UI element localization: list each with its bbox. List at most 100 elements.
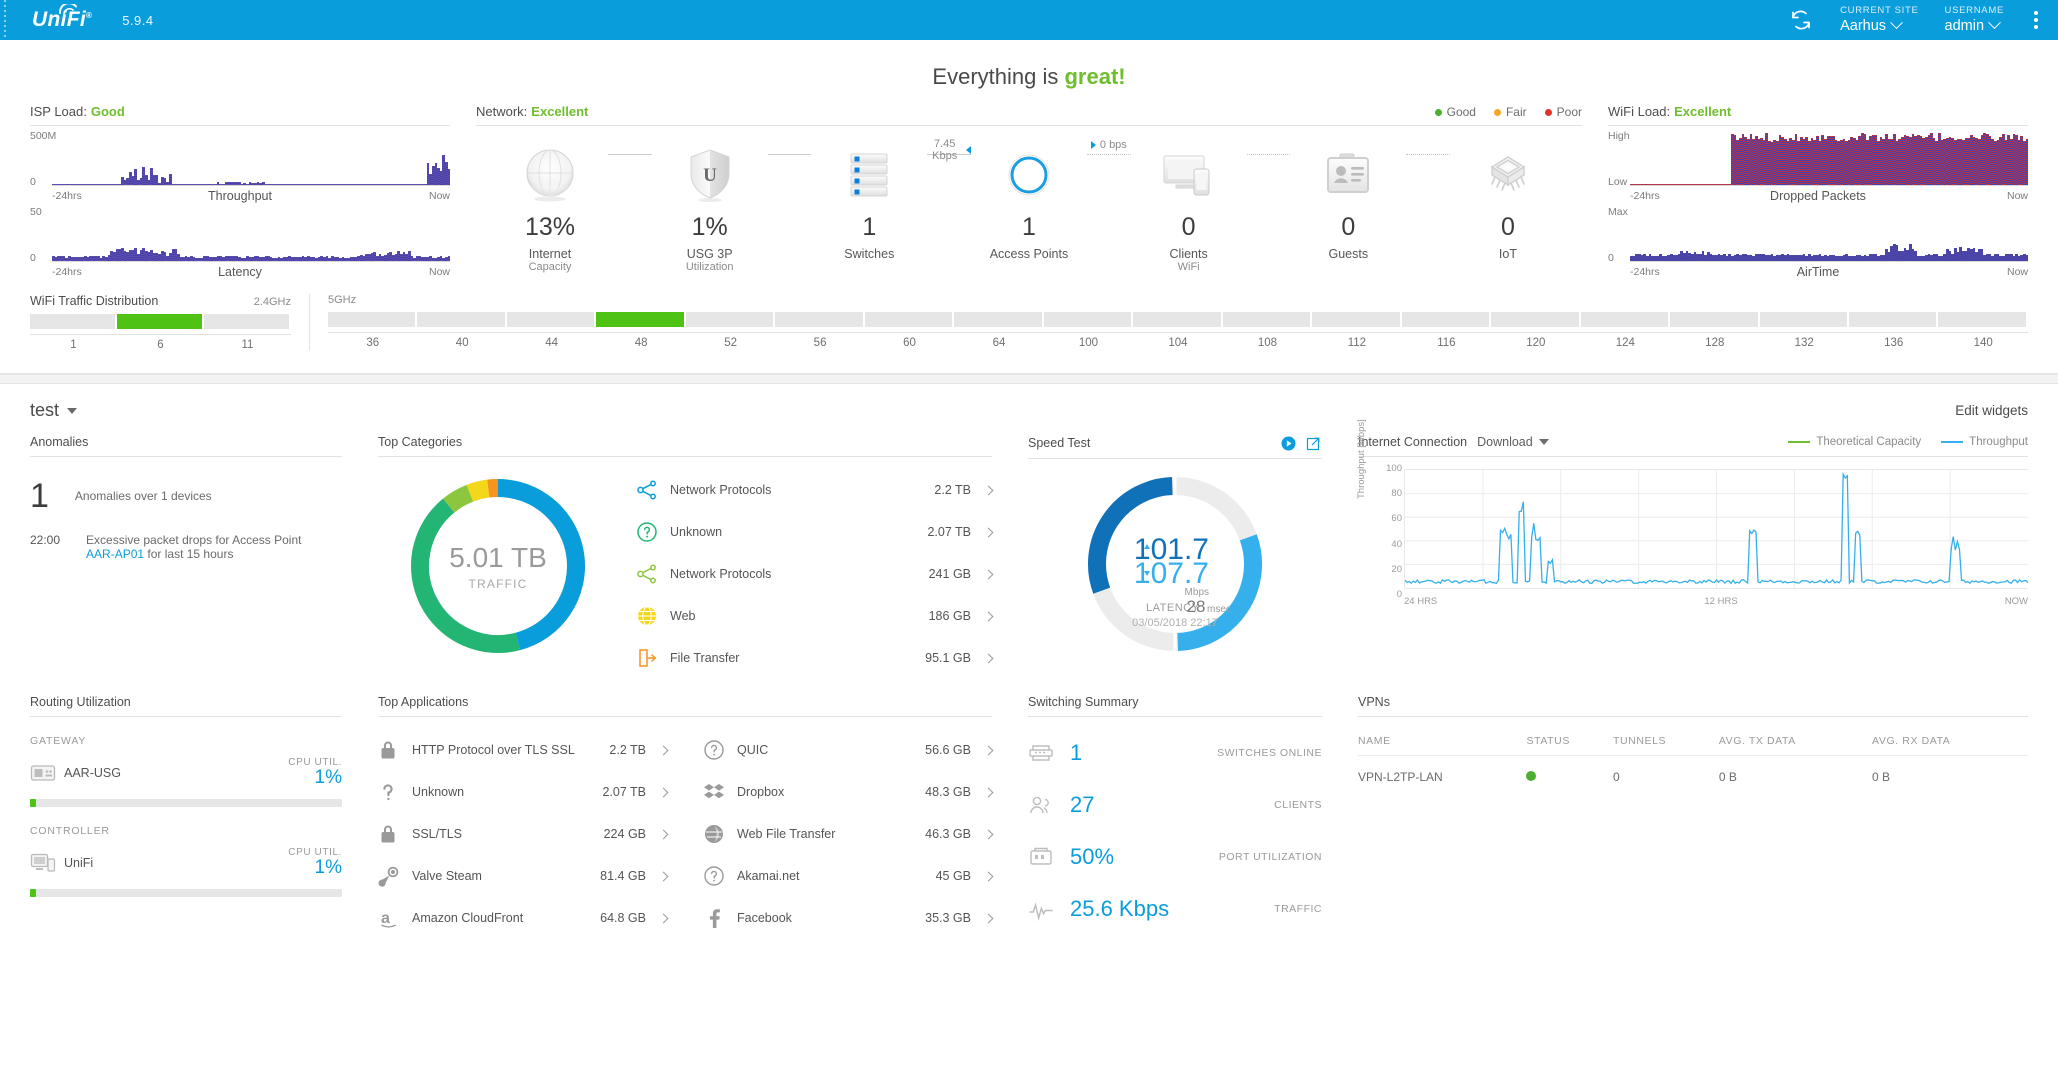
vpns-title: VPNs bbox=[1358, 695, 2028, 717]
lock-icon bbox=[378, 823, 412, 845]
category-name: Network Protocols bbox=[670, 567, 772, 581]
chevron-right-icon bbox=[983, 485, 994, 495]
dashboard-selector[interactable]: test bbox=[30, 400, 78, 421]
link-internet-usg bbox=[608, 153, 652, 155]
gateway-device-name[interactable]: AAR-USG bbox=[64, 766, 121, 780]
port-icon bbox=[1028, 845, 1070, 869]
category-value: 2.07 TB bbox=[927, 525, 971, 539]
category-row[interactable]: Unknown 2.07 TB bbox=[636, 511, 994, 553]
internet-connection-mode-selector[interactable]: Download bbox=[1477, 435, 1549, 449]
application-name: SSL/TLS bbox=[412, 827, 463, 841]
topology-node-guests[interactable] bbox=[1292, 144, 1404, 206]
external-link-icon[interactable] bbox=[1306, 435, 1322, 451]
vpns-table: NAME STATUS TUNNELS AVG. TX DATA AVG. RX DAT… bbox=[1358, 727, 2028, 798]
question-circle-icon bbox=[703, 865, 737, 887]
top-categories-donut: 5.01 TB TRAFFIC bbox=[378, 469, 618, 657]
application-row[interactable]: Dropbox 48.3 GB bbox=[703, 771, 994, 813]
anomaly-device-link[interactable]: AAR-AP01 bbox=[86, 547, 144, 561]
legend-throughput: Throughput bbox=[1941, 436, 2028, 448]
unifi-logo: UniFi® bbox=[32, 4, 92, 32]
application-row[interactable]: a Amazon CloudFront 64.8 GB bbox=[378, 897, 669, 939]
network-title: Network: bbox=[476, 104, 528, 119]
current-site-selector[interactable]: CURRENT SITE Aarhus bbox=[1840, 5, 1918, 35]
legend-fair: Fair bbox=[1493, 105, 1527, 119]
channel-tick: 108 bbox=[1257, 337, 1278, 349]
edit-widgets-button[interactable]: Edit widgets bbox=[1955, 403, 2028, 418]
channel-tick: 136 bbox=[1884, 337, 1904, 349]
application-row[interactable]: Valve Steam 81.4 GB bbox=[378, 855, 669, 897]
play-circle-icon[interactable] bbox=[1281, 436, 1296, 451]
file-transfer-icon bbox=[636, 647, 670, 669]
application-row[interactable]: QUIC 56.6 GB bbox=[703, 729, 994, 771]
vpn-tunnels: 0 bbox=[1612, 770, 1620, 784]
category-row[interactable]: Network Protocols 241 GB bbox=[636, 553, 994, 595]
switching-summary-label: PORT UTILIZATION bbox=[1218, 851, 1322, 863]
channel-tick: 52 bbox=[724, 337, 737, 349]
application-row[interactable]: Akamai.net 45 GB bbox=[703, 855, 994, 897]
network-topology-widget: Network: Excellent Good Fair Poor U 7.45… bbox=[476, 104, 1582, 273]
drag-handle[interactable] bbox=[0, 0, 10, 40]
switching-summary-label: CLIENTS bbox=[1274, 799, 1322, 811]
channel-usage-bar-24[interactable] bbox=[30, 314, 291, 329]
internet-connection-widget: Internet Connection Download Theoretical… bbox=[1340, 419, 2028, 679]
application-row[interactable]: Facebook 35.3 GB bbox=[703, 897, 994, 939]
switching-summary-value: 25.6 Kbps bbox=[1070, 896, 1170, 921]
category-row[interactable]: Web 186 GB bbox=[636, 595, 994, 637]
internet-chart-xticks: 24 HRS 12 HRS NOW bbox=[1404, 596, 2028, 607]
steam-icon bbox=[378, 865, 412, 887]
category-name: Network Protocols bbox=[670, 483, 772, 497]
category-value: 2.2 TB bbox=[934, 483, 971, 497]
username-menu[interactable]: USERNAME admin bbox=[1945, 5, 2004, 35]
topology-node-access-point[interactable] bbox=[973, 144, 1085, 206]
facebook-icon bbox=[703, 907, 737, 929]
switching-summary-widget: Switching Summary 1 SWITCHES ONLINE 27 CLIE… bbox=[1010, 695, 1340, 939]
controller-device-name[interactable]: UniFi bbox=[64, 856, 93, 870]
application-row[interactable]: Web File Transfer 46.3 GB bbox=[703, 813, 994, 855]
chevron-right-icon bbox=[983, 527, 994, 537]
isp-throughput-chart: 500M 0 -24hrs Throughput Now bbox=[30, 130, 450, 203]
link-usg-switch bbox=[767, 153, 812, 155]
isp-load-widget: ISP Load: Good 500M 0 -24hrs Throughput N… bbox=[30, 104, 450, 279]
application-value: 45 GB bbox=[935, 869, 971, 883]
stat-guests: 0 Guests bbox=[1328, 213, 1369, 262]
band-label-5: 5GHz bbox=[328, 294, 357, 306]
legend-theoretical-capacity: Theoretical Capacity bbox=[1788, 436, 1921, 448]
guest-icon bbox=[1324, 144, 1372, 206]
internet-chart-ylabel: Throughput [Mbps] bbox=[1356, 419, 1367, 499]
table-row[interactable]: VPN-L2TP-LAN 0 0 B 0 B bbox=[1358, 756, 2028, 799]
refresh-icon[interactable] bbox=[1788, 7, 1814, 33]
topology-node-iot[interactable] bbox=[1452, 144, 1564, 206]
unifi-dashboard: UniFi® 5.9.4 CURRENT SITE Aarhus USERNAM… bbox=[0, 0, 2058, 1079]
application-row[interactable]: Unknown 2.07 TB bbox=[378, 771, 669, 813]
isp-throughput-xright: Now bbox=[428, 190, 450, 202]
topology-node-clients[interactable] bbox=[1133, 144, 1245, 206]
stat-iot: 0 IoT bbox=[1498, 213, 1517, 262]
switching-summary-row: 1 SWITCHES ONLINE bbox=[1028, 727, 1322, 779]
anomaly-time: 22:00 bbox=[30, 533, 61, 547]
xtick: 12 HRS bbox=[1704, 596, 1738, 607]
channel-usage-bar-5[interactable] bbox=[328, 312, 2028, 327]
wifi-distribution-title: WiFi Traffic Distribution bbox=[30, 294, 159, 308]
top-applications-widget: Top Applications HTTP Protocol over TLS … bbox=[360, 695, 1010, 939]
kebab-menu-icon[interactable] bbox=[2030, 9, 2042, 31]
application-name: HTTP Protocol over TLS SSL bbox=[412, 743, 575, 757]
gateway-metric-value: 1% bbox=[314, 767, 342, 788]
switching-summary-value: 27 bbox=[1070, 792, 1095, 817]
airtime-ymax: Max bbox=[1608, 206, 1628, 218]
category-row[interactable]: File Transfer 95.1 GB bbox=[636, 637, 994, 679]
topology-node-internet[interactable] bbox=[494, 144, 606, 206]
band-label-24: 2.4GHz bbox=[253, 296, 291, 308]
status-panel: ISP Load: Good 500M 0 -24hrs Throughput N… bbox=[0, 104, 2058, 279]
topology-stats-row: 13% Internet Capacity 1% USG 3P Utilizat… bbox=[476, 206, 1582, 273]
channel-tick: 100 bbox=[1078, 337, 1099, 349]
isp-throughput-ymin: 0 bbox=[30, 176, 36, 188]
topology-node-switch[interactable] bbox=[813, 144, 925, 206]
application-row[interactable]: SSL/TLS 224 GB bbox=[378, 813, 669, 855]
anomalies-widget: Anomalies 1 Anomalies over 1 devices 22:… bbox=[30, 435, 360, 679]
application-row[interactable]: HTTP Protocol over TLS SSL 2.2 TB bbox=[378, 729, 669, 771]
anomalies-count: 1 bbox=[30, 477, 49, 515]
ytick: 40 bbox=[1391, 538, 1402, 550]
quality-legend: Good Fair Poor bbox=[1434, 105, 1582, 119]
topology-node-usg[interactable]: U bbox=[654, 144, 766, 206]
category-row[interactable]: Network Protocols 2.2 TB bbox=[636, 469, 994, 511]
